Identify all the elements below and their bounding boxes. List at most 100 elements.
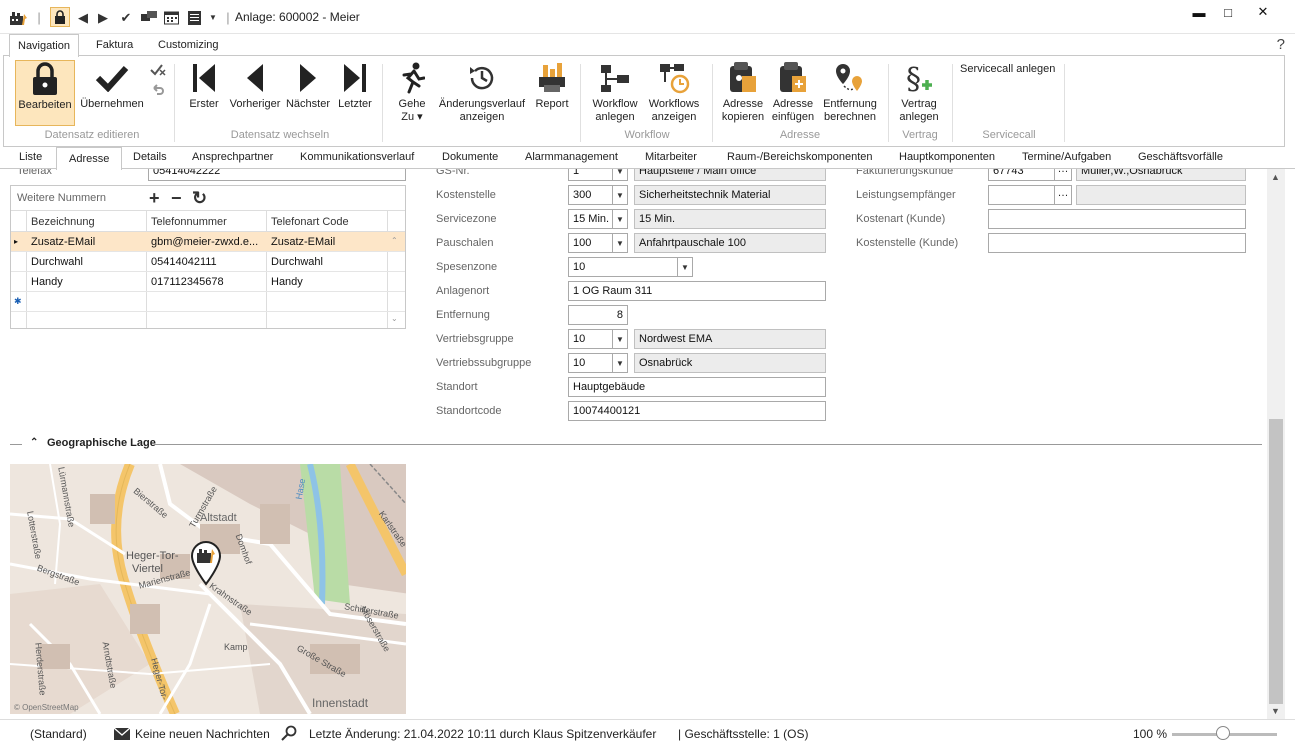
lock-icon[interactable] — [50, 7, 70, 27]
servicezone-dropdown-icon[interactable]: ▼ — [612, 209, 628, 229]
gs-nr-dropdown-icon[interactable]: ▼ — [612, 169, 628, 181]
tab-hauptkomponenten[interactable]: Hauptkomponenten — [899, 151, 995, 163]
table-row[interactable]: ▸ Zusatz-EMail gbm@meier-zwxd.e... Zusat… — [11, 232, 405, 252]
tab-mitarbeiter[interactable]: Mitarbeiter — [645, 151, 697, 163]
cell-telefonart-code[interactable]: Durchwahl — [271, 256, 323, 268]
envelope-icon[interactable] — [113, 727, 131, 743]
status-messages[interactable]: Keine neuen Nachrichten — [135, 727, 270, 741]
cell-telefonnummer[interactable]: 05414042111 — [151, 256, 217, 268]
erster-button[interactable]: Erster — [186, 60, 222, 126]
table-row[interactable]: Handy 017112345678 Handy — [11, 272, 405, 292]
ribbon-tab-faktura[interactable]: Faktura — [88, 34, 141, 57]
vertrag-anlegen-button[interactable]: § Vertrag anlegen — [897, 60, 941, 126]
ribbon-tab-customizing[interactable]: Customizing — [150, 34, 227, 57]
uebernehmen-button[interactable]: Übernehmen — [78, 60, 146, 126]
column-bezeichnung[interactable]: Bezeichnung — [31, 216, 95, 228]
workflow-anlegen-button[interactable]: Workflow anlegen — [590, 60, 640, 126]
fakturierungskunde-field[interactable]: 67743 — [988, 169, 1056, 181]
bearbeiten-button[interactable]: Bearbeiten — [15, 60, 75, 126]
map-copyright[interactable]: © OpenStreetMap — [14, 703, 79, 712]
vorheriger-button[interactable]: Vorheriger — [226, 60, 284, 126]
scrollbar-thumb[interactable] — [1269, 419, 1283, 704]
cell-bezeichnung[interactable]: Durchwahl — [31, 256, 83, 268]
new-row[interactable]: ✱ — [11, 292, 405, 312]
tab-kommunikationsverlauf[interactable]: Kommunikationsverlauf — [300, 151, 414, 163]
zoom-slider-knob[interactable] — [1216, 726, 1230, 740]
vertical-scrollbar[interactable]: ▲ ▼ — [1267, 169, 1285, 719]
adresse-kopieren-button[interactable]: Adresse kopieren — [720, 60, 766, 126]
tab-details[interactable]: Details — [133, 151, 167, 163]
cell-bezeichnung[interactable]: Zusatz-EMail — [31, 236, 143, 248]
tab-adresse[interactable]: Adresse — [56, 147, 123, 170]
cell-telefonart-code[interactable]: Zusatz-EMail — [271, 236, 383, 248]
cell-bezeichnung[interactable]: Handy — [31, 276, 63, 288]
tab-liste[interactable]: Liste — [19, 151, 42, 163]
grid-scroll-up-icon[interactable]: ⌃ — [391, 236, 398, 245]
gs-nr-field[interactable]: 1 — [568, 169, 613, 181]
tab-alarmmanagement[interactable]: Alarmmanagement — [525, 151, 618, 163]
cell-telefonnummer[interactable]: 017112345678 — [151, 276, 224, 288]
calendar-icon[interactable] — [163, 9, 179, 26]
list-icon[interactable] — [186, 9, 202, 26]
tab-ansprechpartner[interactable]: Ansprechpartner — [192, 151, 273, 163]
tab-raum-bereichskomponenten[interactable]: Raum-/Bereichskomponenten — [727, 151, 873, 163]
spesenzone-dropdown-icon[interactable]: ▼ — [677, 257, 693, 277]
kostenart-kunde-field[interactable] — [988, 209, 1246, 229]
fakturierungskunde-lookup-button[interactable]: … — [1054, 169, 1072, 181]
naechster-button[interactable]: Nächster — [285, 60, 331, 126]
remove-row-icon[interactable]: − — [171, 188, 182, 209]
next-arrow-icon[interactable]: ▶ — [96, 9, 110, 26]
aenderungsverlauf-button[interactable]: Änderungsverlauf anzeigen — [436, 60, 528, 126]
letzter-button[interactable]: Letzter — [336, 60, 374, 126]
gehe-zu-button[interactable]: Gehe Zu ▾ — [394, 60, 430, 126]
standort-field[interactable]: Hauptgebäude — [568, 377, 826, 397]
report-button[interactable]: Report — [532, 60, 572, 126]
entfernung-field[interactable]: 8 — [568, 305, 628, 325]
pauschalen-field[interactable]: 100 — [568, 233, 613, 253]
add-row-icon[interactable]: + — [149, 188, 160, 209]
kostenstelle-kunde-field[interactable] — [988, 233, 1246, 253]
pauschalen-dropdown-icon[interactable]: ▼ — [612, 233, 628, 253]
kostenstelle-field[interactable]: 300 — [568, 185, 613, 205]
discard-check-icon[interactable] — [150, 62, 166, 79]
app-factory-icon[interactable] — [8, 9, 30, 26]
servicezone-field[interactable]: 15 Min. — [568, 209, 613, 229]
leistungsempfaenger-field[interactable] — [988, 185, 1056, 205]
location-pin-icon[interactable] — [190, 540, 222, 591]
search-icon[interactable] — [281, 725, 297, 744]
table-row[interactable]: Durchwahl 05414042111 Durchwahl — [11, 252, 405, 272]
cell-telefonart-code[interactable]: Handy — [271, 276, 303, 288]
standortcode-field[interactable]: 10074400121 — [568, 401, 826, 421]
vertriebssubgruppe-dropdown-icon[interactable]: ▼ — [612, 353, 628, 373]
chat-icon[interactable] — [140, 9, 158, 26]
close-button[interactable]: ✕ — [1251, 3, 1275, 21]
undo-icon[interactable] — [152, 84, 164, 101]
column-telefonnummer[interactable]: Telefonnummer — [151, 216, 227, 228]
vertriebsgruppe-dropdown-icon[interactable]: ▼ — [612, 329, 628, 349]
anlagenort-field[interactable]: 1 OG Raum 311 — [568, 281, 826, 301]
leistungsempfaenger-lookup-button[interactable]: … — [1054, 185, 1072, 205]
vertriebsgruppe-field[interactable]: 10 — [568, 329, 613, 349]
maximize-button[interactable]: □ — [1216, 3, 1240, 21]
kostenstelle-dropdown-icon[interactable]: ▼ — [612, 185, 628, 205]
adresse-einfuegen-button[interactable]: Adresse einfügen — [770, 60, 816, 126]
check-icon[interactable]: ✔ — [118, 9, 134, 26]
minimize-button[interactable]: ▬ — [1187, 3, 1211, 21]
location-map[interactable]: Altstadt Heger-Tor- Viertel Innenstadt B… — [10, 464, 406, 714]
tab-dokumente[interactable]: Dokumente — [442, 151, 498, 163]
workflows-anzeigen-button[interactable]: Workflows anzeigen — [644, 60, 704, 126]
column-telefonart-code[interactable]: Telefonart Code — [271, 216, 349, 228]
prev-arrow-icon[interactable]: ◀ — [76, 9, 90, 26]
ribbon-tab-navigation[interactable]: Navigation — [9, 34, 79, 57]
spesenzone-field[interactable]: 10 — [568, 257, 678, 277]
help-icon[interactable]: ? — [1277, 36, 1285, 53]
tab-termine-aufgaben[interactable]: Termine/Aufgaben — [1022, 151, 1111, 163]
refresh-icon[interactable]: ↻ — [192, 188, 207, 209]
customize-dropdown-icon[interactable]: ▼ — [207, 9, 219, 26]
cell-telefonnummer[interactable]: gbm@meier-zwxd.e... — [151, 236, 263, 248]
telefax-field[interactable]: 05414042222 — [148, 169, 406, 181]
collapse-chevron-icon[interactable]: ⌃ — [30, 437, 38, 448]
vertriebssubgruppe-field[interactable]: 10 — [568, 353, 613, 373]
scroll-up-icon[interactable]: ▲ — [1271, 172, 1280, 182]
servicecall-anlegen-button[interactable]: Servicecall anlegen — [960, 63, 1055, 75]
